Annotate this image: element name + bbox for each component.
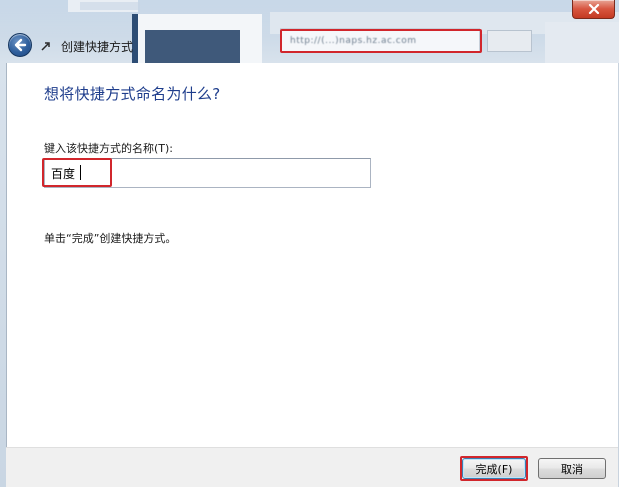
instruction-text: 单击“完成”创建快捷方式。 bbox=[44, 232, 177, 245]
page-title: 想将快捷方式命名为什么? bbox=[44, 85, 221, 103]
finish-button[interactable]: 完成(F) bbox=[462, 458, 526, 479]
background-blur bbox=[145, 30, 240, 63]
background-blur bbox=[80, 2, 140, 10]
close-icon bbox=[588, 4, 599, 14]
window-title: 创建快捷方式 bbox=[61, 40, 134, 54]
title-bar: http://(...)naps.hz.ac.com 创建快捷方式 bbox=[0, 0, 619, 63]
close-button[interactable] bbox=[572, 0, 615, 19]
shortcut-wizard-icon bbox=[40, 40, 52, 52]
back-arrow-icon bbox=[14, 38, 27, 52]
back-button[interactable] bbox=[8, 33, 32, 57]
wizard-page: 想将快捷方式命名为什么? 键入该快捷方式的名称(T): 单击“完成”创建快捷方式… bbox=[6, 63, 619, 447]
url-highlight-box bbox=[280, 29, 482, 53]
command-bar: 完成(F) 取消 bbox=[6, 447, 619, 487]
text-caret bbox=[80, 165, 81, 180]
background-blur bbox=[487, 30, 532, 52]
shortcut-name-label: 键入该快捷方式的名称(T): bbox=[44, 142, 174, 155]
background-blur bbox=[545, 22, 619, 63]
cancel-button[interactable]: 取消 bbox=[538, 458, 606, 479]
shortcut-name-input[interactable] bbox=[44, 158, 371, 188]
